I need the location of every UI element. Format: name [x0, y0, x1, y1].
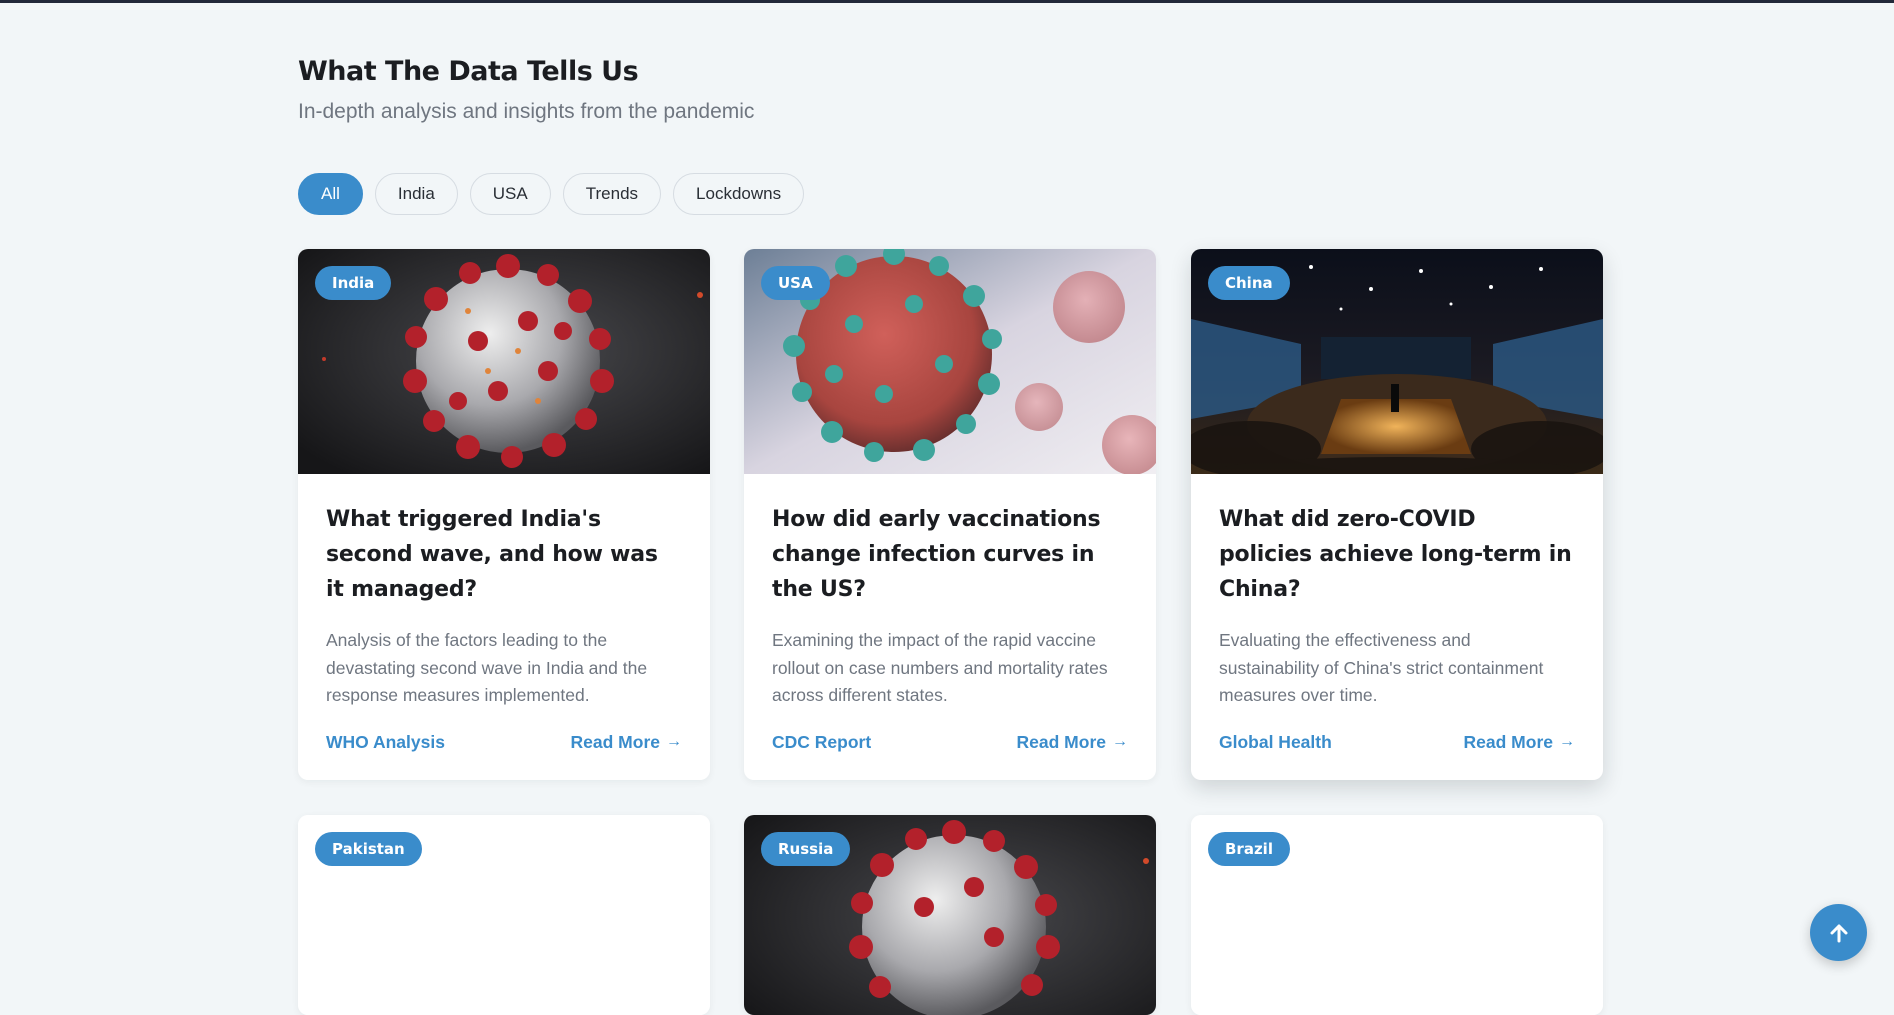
- read-more-link[interactable]: Read More →: [1464, 732, 1575, 753]
- read-more-link[interactable]: Read More →: [1017, 732, 1128, 753]
- top-border: [0, 0, 1894, 3]
- country-badge: China: [1208, 266, 1290, 300]
- filter-usa[interactable]: USA: [469, 173, 551, 215]
- filter-lockdowns[interactable]: Lockdowns: [673, 173, 805, 215]
- country-badge: Brazil: [1208, 832, 1290, 866]
- card-image: Pakistan: [298, 815, 710, 1015]
- country-badge: Pakistan: [315, 832, 422, 866]
- section-subtitle: In-depth analysis and insights from the …: [298, 100, 755, 123]
- article-card-pakistan[interactable]: Pakistan: [298, 815, 710, 1015]
- arrow-right-icon: →: [666, 733, 682, 750]
- country-badge: Russia: [761, 832, 851, 866]
- filter-all[interactable]: All: [298, 173, 363, 215]
- article-card-brazil[interactable]: Brazil: [1191, 815, 1603, 1015]
- card-description: Analysis of the factors leading to the d…: [326, 630, 648, 705]
- section-title: What The Data Tells Us: [298, 56, 639, 87]
- card-image: USA: [744, 249, 1156, 475]
- filter-bar: All India USA Trends Lockdowns: [298, 173, 805, 215]
- arrow-right-icon: →: [1112, 733, 1128, 750]
- card-image: China: [1191, 249, 1603, 485]
- read-more-label: Read More: [1016, 731, 1106, 752]
- article-card-russia[interactable]: Russia: [744, 815, 1156, 1015]
- card-description: Examining the impact of the rapid vaccin…: [772, 630, 1108, 705]
- arrow-up-icon: [1830, 924, 1847, 942]
- article-card-usa[interactable]: USA How did early vaccinations change in…: [744, 249, 1156, 780]
- card-title[interactable]: What triggered India's second wave, and …: [326, 502, 682, 607]
- read-more-label: Read More: [1463, 731, 1553, 752]
- card-source: WHO Analysis: [326, 731, 445, 752]
- country-badge: USA: [761, 266, 830, 300]
- article-card-india[interactable]: India What triggered India's second wave…: [298, 249, 710, 780]
- country-badge: India: [315, 266, 392, 300]
- card-image: Russia: [744, 815, 1156, 1015]
- read-more-link[interactable]: Read More →: [571, 732, 682, 753]
- card-title[interactable]: What did zero-COVID policies achieve lon…: [1219, 502, 1575, 607]
- card-description: Evaluating the effectiveness and sustain…: [1219, 630, 1544, 705]
- card-source: Global Health: [1219, 731, 1332, 752]
- card-image: India: [298, 249, 710, 474]
- arrow-right-icon: →: [1559, 733, 1575, 750]
- read-more-label: Read More: [570, 731, 660, 752]
- article-card-china[interactable]: China What did zero-COVID policies achie…: [1191, 249, 1603, 780]
- card-title[interactable]: How did early vaccinations change infect…: [772, 502, 1128, 607]
- scroll-to-top-button[interactable]: [1810, 904, 1867, 961]
- card-image: Brazil: [1191, 815, 1603, 1015]
- filter-india[interactable]: India: [374, 173, 458, 215]
- filter-trends[interactable]: Trends: [562, 173, 662, 215]
- card-source: CDC Report: [772, 731, 872, 752]
